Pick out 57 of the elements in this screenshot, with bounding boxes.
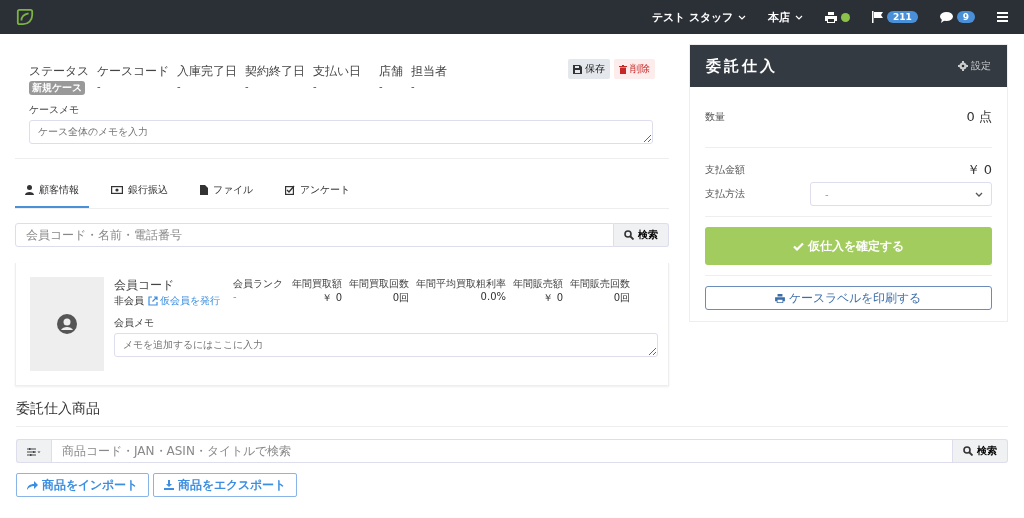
field-value: - (245, 81, 249, 92)
stat-label: 年間買取回数 (349, 277, 409, 291)
payment-method-label: 支払方法 (704, 187, 745, 201)
field-label: 店舗 (379, 63, 403, 80)
stat-value: 0回 (392, 291, 409, 305)
field-label: ステータス (29, 63, 89, 80)
store-menu[interactable]: 本店 (767, 9, 803, 25)
amount-label: 支払金額 (704, 163, 745, 177)
field-label: 契約終了日 (245, 63, 305, 80)
tab[interactable]: 銀行振込 (101, 177, 178, 208)
field-value: - (177, 81, 181, 92)
member-code-value: 非会員 (114, 294, 144, 308)
stat-label: 年間販売額 (513, 277, 563, 291)
member-memo-label: 会員メモ (114, 316, 155, 330)
quantity-label: 数量 (704, 110, 725, 124)
stat-value: - (233, 291, 237, 302)
flag-count-badge: 211 (886, 11, 918, 23)
stat-value: 0.0% (480, 291, 506, 302)
message-count-badge: 9 (956, 11, 975, 23)
stat-value: 0回 (613, 291, 630, 305)
case-memo-field[interactable]: ケース全体のメモを入力 (29, 120, 653, 144)
field-value: - (379, 81, 383, 92)
stat-value: ￥ 0 (543, 291, 563, 305)
member-code-label: 会員コード (114, 277, 175, 294)
stat-label: 年間平均買取粗利率 (416, 277, 506, 291)
field-value: - (97, 81, 101, 92)
status-badge: 新規ケース (29, 81, 85, 95)
customer-search-field[interactable]: 会員コード・名前・電話番号 (15, 223, 614, 247)
print-label-button[interactable]: ケースラベルを印刷する (704, 286, 992, 310)
stat-label: 会員ランク (233, 277, 283, 291)
staff-menu[interactable]: テスト スタッフ (652, 9, 746, 25)
section-title: 委託仕入商品 (16, 400, 1008, 427)
search-button[interactable]: 検索 (953, 439, 1008, 463)
product-search-field[interactable]: 商品コード・JAN・ASIN・タイトルで検索 (51, 439, 953, 463)
tab[interactable]: 顧客情報 (15, 177, 89, 208)
amount-value: ￥ 0 (966, 161, 992, 179)
member-memo-field[interactable]: メモを追加するにはここに入力 (114, 333, 658, 357)
export-button[interactable]: 商品をエクスポート (153, 473, 297, 497)
tab[interactable]: ファイル (190, 177, 263, 208)
delete-button[interactable]: 削除 (613, 59, 655, 79)
field-label: 支払い日 (313, 63, 361, 80)
issue-member-link[interactable]: 仮会員を発行 (148, 294, 220, 308)
field-label: ケースコード (97, 63, 169, 80)
save-button[interactable]: 保存 (567, 59, 610, 79)
search-button[interactable]: 検索 (613, 223, 669, 247)
memo-label: ケースメモ (29, 103, 80, 117)
summary-title: 委託仕入 (705, 56, 778, 76)
field-label: 担当者 (411, 63, 447, 80)
quantity-value: 0 点 (966, 108, 992, 126)
stat-value: ￥ 0 (322, 291, 342, 305)
field-value: - (313, 81, 317, 92)
stat-label: 年間買取額 (292, 277, 342, 291)
stat-label: 年間販売回数 (570, 277, 630, 291)
settings-link[interactable]: 設定 (958, 59, 991, 73)
field-value: - (411, 81, 415, 92)
field-label: 入庫完了日 (177, 63, 237, 80)
tab[interactable]: アンケート (275, 177, 360, 208)
